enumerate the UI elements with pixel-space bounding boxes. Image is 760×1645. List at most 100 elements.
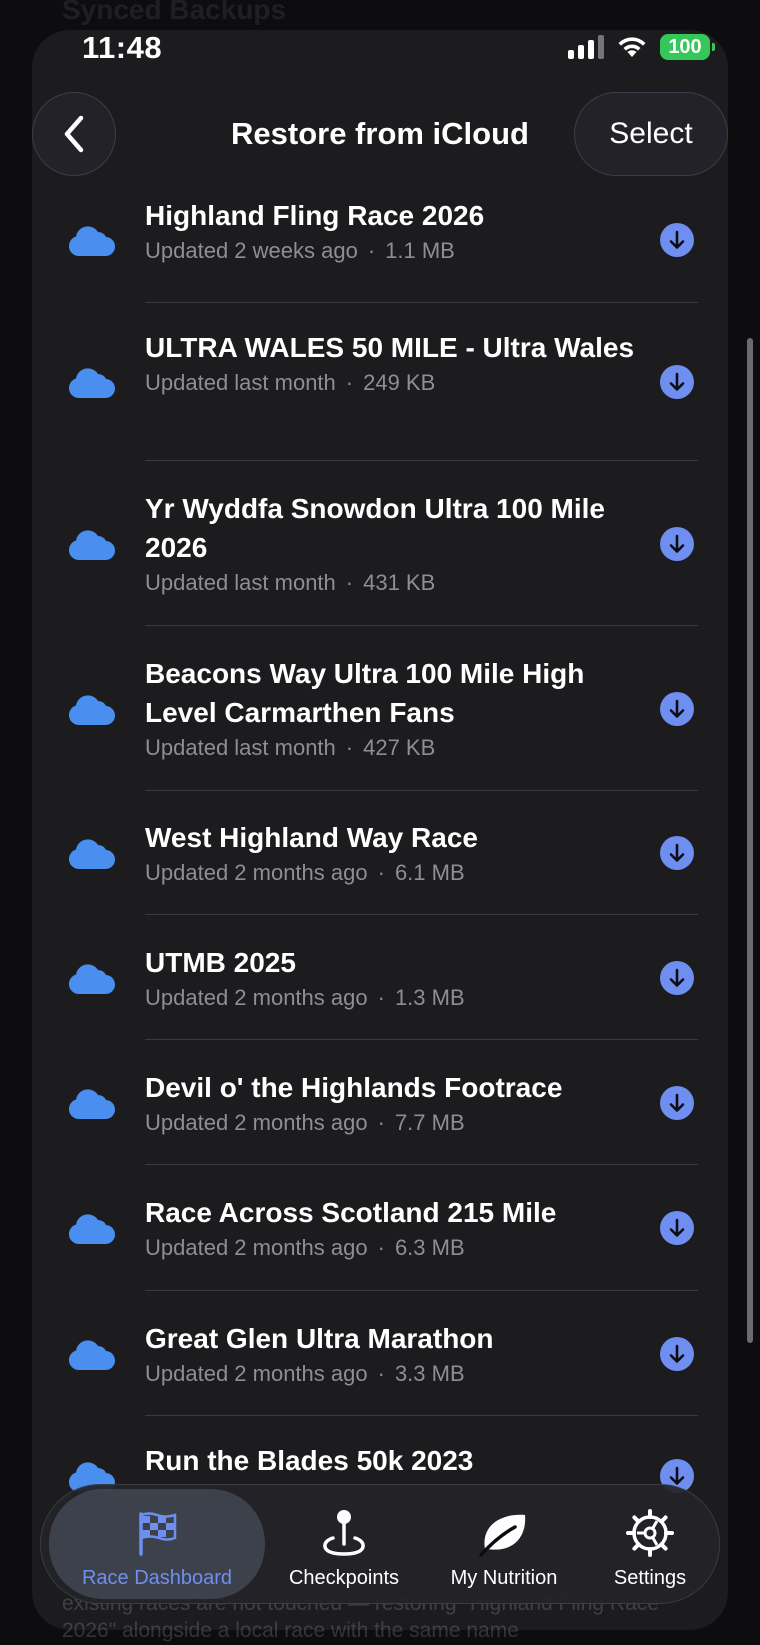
backup-list: Highland Fling Race 2026 Updated 2 weeks …	[32, 196, 728, 1536]
cloud-icon	[68, 368, 116, 399]
item-text: Devil o' the Highlands Footrace Updated 2…	[145, 1068, 638, 1138]
item-updated: Updated last month	[145, 370, 336, 395]
map-pin-icon	[321, 1505, 367, 1561]
cloud-icon	[68, 1214, 116, 1245]
item-text: ULTRA WALES 50 MILE - Ultra Wales Updated…	[145, 328, 638, 398]
cloud-icon	[68, 1089, 116, 1120]
item-text: Great Glen Ultra Marathon Updated 2 month…	[145, 1319, 638, 1389]
backup-list-item[interactable]: Race Across Scotland 215 Mile Updated 2 m…	[32, 1165, 728, 1291]
item-meta: Updated 2 months ago · 6.1 MB	[145, 858, 638, 888]
meta-separator: ·	[377, 1110, 385, 1135]
item-meta: Updated 2 months ago · 6.3 MB	[145, 1233, 638, 1263]
item-text: Run the Blades 50k 2023	[145, 1441, 638, 1481]
download-arrow-icon	[669, 1218, 685, 1237]
download-arrow-icon	[669, 843, 685, 862]
cloud-icon	[68, 695, 116, 726]
gear-icon	[625, 1505, 675, 1561]
item-size: 249 KB	[363, 370, 436, 395]
backup-list-item[interactable]: Great Glen Ultra Marathon Updated 2 month…	[32, 1291, 728, 1416]
item-meta: Updated last month · 427 KB	[145, 733, 638, 763]
tab-settings[interactable]: Settings	[587, 1489, 713, 1599]
item-updated: Updated last month	[145, 735, 336, 760]
download-arrow-icon	[669, 534, 685, 553]
download-button[interactable]	[660, 527, 694, 561]
item-size: 6.1 MB	[394, 860, 465, 885]
battery-indicator: 100	[660, 34, 715, 60]
meta-separator: ·	[377, 860, 385, 885]
backup-list-item[interactable]: Yr Wyddfa Snowdon Ultra 100 Mile 2026 Upd…	[32, 461, 728, 626]
meta-separator: ·	[367, 238, 376, 263]
background-title: Synced Backups	[62, 0, 287, 25]
download-button[interactable]	[660, 692, 694, 726]
backup-list-item[interactable]: Beacons Way Ultra 100 Mile High Level Ca…	[32, 626, 728, 791]
item-size: 1.3 MB	[394, 985, 465, 1010]
leaf-icon	[479, 1505, 529, 1561]
item-updated: Updated 2 weeks ago	[145, 238, 358, 263]
meta-separator: ·	[377, 985, 385, 1010]
download-button[interactable]	[660, 223, 694, 257]
wifi-icon	[618, 37, 646, 57]
item-updated: Updated 2 months ago	[145, 1361, 368, 1386]
item-title: UTMB 2025	[145, 947, 296, 978]
item-size: 1.1 MB	[385, 238, 455, 263]
meta-separator: ·	[345, 370, 354, 395]
tab-label: My Nutrition	[450, 1567, 558, 1589]
item-text: UTMB 2025 Updated 2 months ago · 1.3 MB	[145, 943, 638, 1013]
item-size: 7.7 MB	[394, 1110, 465, 1135]
download-arrow-icon	[669, 1344, 685, 1363]
backup-list-item[interactable]: ULTRA WALES 50 MILE - Ultra Wales Updated…	[32, 303, 728, 461]
item-text: Race Across Scotland 215 Mile Updated 2 m…	[145, 1193, 638, 1263]
item-title: Beacons Way Ultra 100 Mile High Level Ca…	[145, 658, 585, 728]
download-button[interactable]	[660, 365, 694, 399]
meta-separator: ·	[345, 735, 354, 760]
item-text: Beacons Way Ultra 100 Mile High Level Ca…	[145, 654, 638, 763]
meta-separator: ·	[345, 570, 354, 595]
tab-race-dashboard[interactable]: Race Dashboard	[49, 1489, 265, 1599]
backup-list-item[interactable]: Devil o' the Highlands Footrace Updated 2…	[32, 1040, 728, 1165]
item-text: West Highland Way Race Updated 2 months a…	[145, 818, 638, 888]
tab-bar: Race Dashboard Checkpoints My Nutrition	[40, 1484, 720, 1604]
item-size: 427 KB	[363, 735, 436, 760]
item-updated: Updated last month	[145, 570, 336, 595]
item-updated: Updated 2 months ago	[145, 985, 368, 1010]
item-meta: Updated 2 weeks ago · 1.1 MB	[145, 236, 638, 266]
cellular-signal-icon	[568, 35, 604, 59]
item-title: West Highland Way Race	[145, 822, 478, 853]
item-size: 431 KB	[363, 570, 436, 595]
item-updated: Updated 2 months ago	[145, 1235, 368, 1260]
cloud-icon	[68, 964, 116, 995]
item-size: 6.3 MB	[394, 1235, 465, 1260]
scrollbar[interactable]	[747, 338, 753, 1343]
item-meta: Updated last month · 431 KB	[145, 568, 638, 598]
tab-checkpoints[interactable]: Checkpoints	[269, 1489, 419, 1599]
download-arrow-icon	[669, 968, 685, 987]
backup-list-item[interactable]: UTMB 2025 Updated 2 months ago · 1.3 MB	[32, 915, 728, 1040]
download-arrow-icon	[669, 699, 685, 718]
download-button[interactable]	[660, 1211, 694, 1245]
download-arrow-icon	[669, 230, 685, 249]
item-updated: Updated 2 months ago	[145, 860, 368, 885]
download-button[interactable]	[660, 961, 694, 995]
select-button[interactable]: Select	[574, 92, 728, 176]
item-title: Devil o' the Highlands Footrace	[145, 1072, 563, 1103]
tab-label: Settings	[613, 1567, 687, 1589]
status-time: 11:48	[82, 30, 163, 65]
backup-list-item[interactable]: West Highland Way Race Updated 2 months a…	[32, 791, 728, 915]
item-text: Yr Wyddfa Snowdon Ultra 100 Mile 2026 Upd…	[145, 489, 638, 598]
item-title: Great Glen Ultra Marathon	[145, 1323, 494, 1354]
screen: Synced Backups 11:48 100 Restore from iC…	[0, 0, 760, 1645]
status-indicators: 100	[568, 34, 715, 60]
cloud-icon	[68, 226, 116, 257]
item-meta: Updated 2 months ago · 3.3 MB	[145, 1359, 638, 1389]
item-title: Yr Wyddfa Snowdon Ultra 100 Mile 2026	[145, 493, 606, 563]
download-arrow-icon	[669, 372, 685, 391]
checkered-flag-icon	[135, 1505, 179, 1561]
item-text: Highland Fling Race 2026 Updated 2 weeks …	[145, 196, 638, 266]
tab-my-nutrition[interactable]: My Nutrition	[429, 1489, 579, 1599]
tab-label: Race Dashboard	[81, 1567, 233, 1589]
download-button[interactable]	[660, 836, 694, 870]
backup-list-item[interactable]: Highland Fling Race 2026 Updated 2 weeks …	[32, 196, 728, 303]
download-button[interactable]	[660, 1337, 694, 1371]
download-button[interactable]	[660, 1086, 694, 1120]
item-meta: Updated 2 months ago · 1.3 MB	[145, 983, 638, 1013]
